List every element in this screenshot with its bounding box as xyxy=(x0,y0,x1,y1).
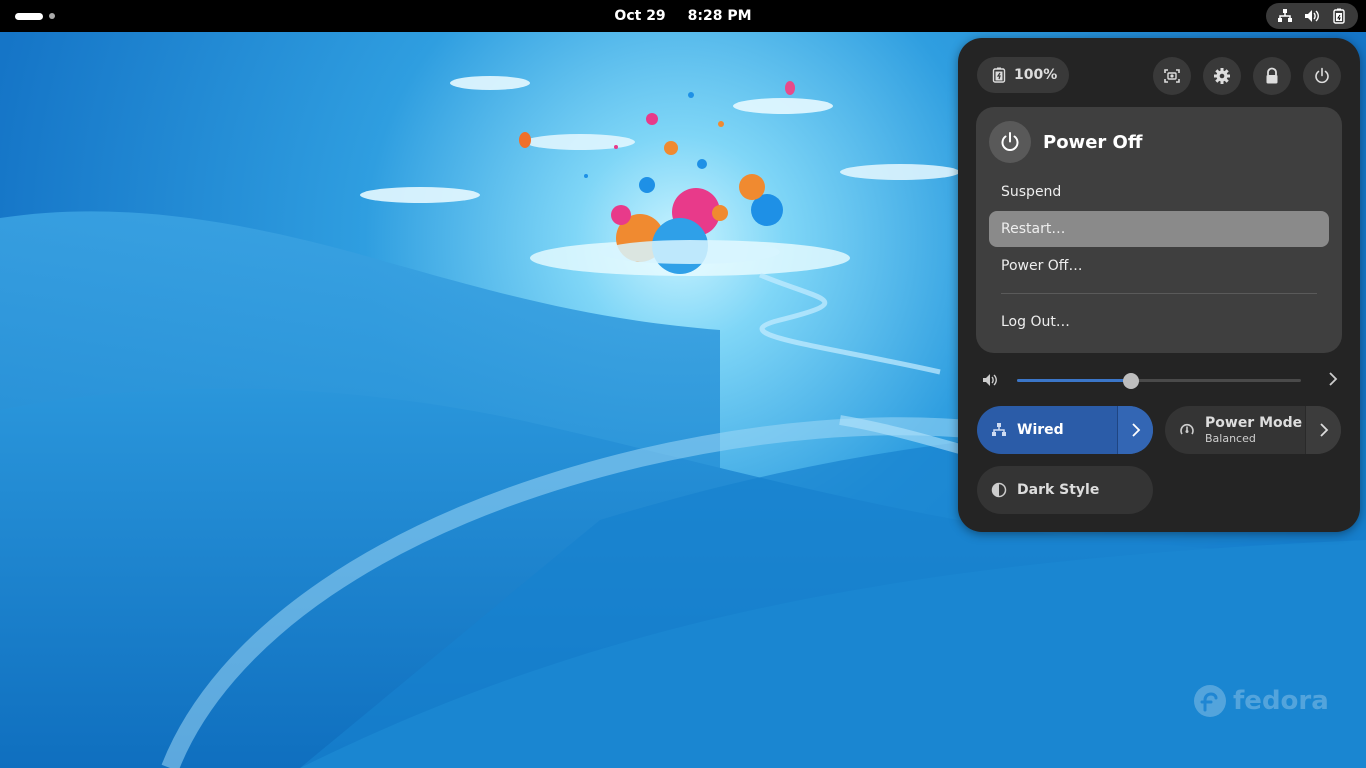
gear-icon xyxy=(1214,68,1230,84)
battery-status-button[interactable]: 100% xyxy=(977,57,1069,93)
volume-row xyxy=(982,370,1338,390)
volume-icon[interactable] xyxy=(982,372,998,388)
dark-style-tile[interactable]: Dark Style xyxy=(977,466,1153,514)
power-mode-label: Power Mode xyxy=(1205,415,1303,431)
volume-slider-fill xyxy=(1017,379,1131,382)
wired-network-tile: Wired xyxy=(977,406,1153,454)
fedora-wordmark: fedora xyxy=(1233,686,1329,716)
dark-style-label: Dark Style xyxy=(1017,482,1100,498)
wired-expand-button[interactable] xyxy=(1117,406,1153,454)
lock-button[interactable] xyxy=(1253,57,1291,95)
power-mode-tile: Power Mode Balanced xyxy=(1165,406,1341,454)
dark-mode-icon xyxy=(991,482,1007,498)
power-off-menu-item[interactable]: Power Off… xyxy=(989,248,1329,284)
power-icon xyxy=(1315,67,1329,84)
chevron-right-icon xyxy=(1131,423,1140,437)
screenshot-button[interactable] xyxy=(1153,57,1191,95)
menu-separator xyxy=(1001,293,1317,294)
restart-menu-item[interactable]: Restart… xyxy=(989,211,1329,247)
lock-icon xyxy=(1266,67,1278,84)
battery-icon xyxy=(1332,8,1345,24)
top-bar: Oct 29 8:28 PM xyxy=(0,0,1366,32)
chevron-right-icon xyxy=(1319,423,1328,437)
power-mode-expand-button[interactable] xyxy=(1305,406,1341,454)
power-mode-toggle[interactable]: Power Mode Balanced xyxy=(1165,406,1305,454)
power-off-menu: Power Off Suspend Restart… Power Off… Lo… xyxy=(976,107,1342,353)
screenshot-icon xyxy=(1164,69,1180,83)
power-mode-value: Balanced xyxy=(1205,432,1256,445)
power-icon xyxy=(1001,132,1019,151)
system-status-area[interactable] xyxy=(1266,3,1358,29)
power-menu-title: Power Off xyxy=(1043,131,1143,153)
dark-style-toggle[interactable]: Dark Style xyxy=(977,466,1153,514)
fedora-logo: fedora xyxy=(1193,684,1329,718)
volume-slider[interactable] xyxy=(1017,373,1301,389)
power-menu-header: Power Off xyxy=(989,121,1142,163)
power-menu-icon-circle xyxy=(989,121,1031,163)
volume-slider-knob[interactable] xyxy=(1122,373,1139,389)
speedometer-icon xyxy=(1180,423,1194,435)
settings-button[interactable] xyxy=(1203,57,1241,95)
fedora-icon xyxy=(1194,685,1226,717)
wired-toggle[interactable]: Wired xyxy=(977,406,1117,454)
clock-time: 8:28 PM xyxy=(687,8,752,24)
chevron-right-icon[interactable] xyxy=(1328,371,1338,387)
quick-settings-panel: 100% Power Off Suspend Restart… Power Of… xyxy=(958,38,1360,532)
power-button[interactable] xyxy=(1303,57,1341,95)
network-wired-icon xyxy=(1278,9,1293,22)
wired-label: Wired xyxy=(1017,422,1064,438)
clock-date: Oct 29 xyxy=(614,8,666,24)
log-out-menu-item[interactable]: Log Out… xyxy=(989,304,1329,340)
clock[interactable]: Oct 29 8:28 PM xyxy=(0,0,1366,32)
battery-percentage: 100% xyxy=(1014,67,1058,83)
volume-icon xyxy=(1304,10,1319,22)
battery-charging-icon xyxy=(992,67,1006,83)
suspend-menu-item[interactable]: Suspend xyxy=(989,174,1329,210)
network-wired-icon xyxy=(992,423,1006,436)
